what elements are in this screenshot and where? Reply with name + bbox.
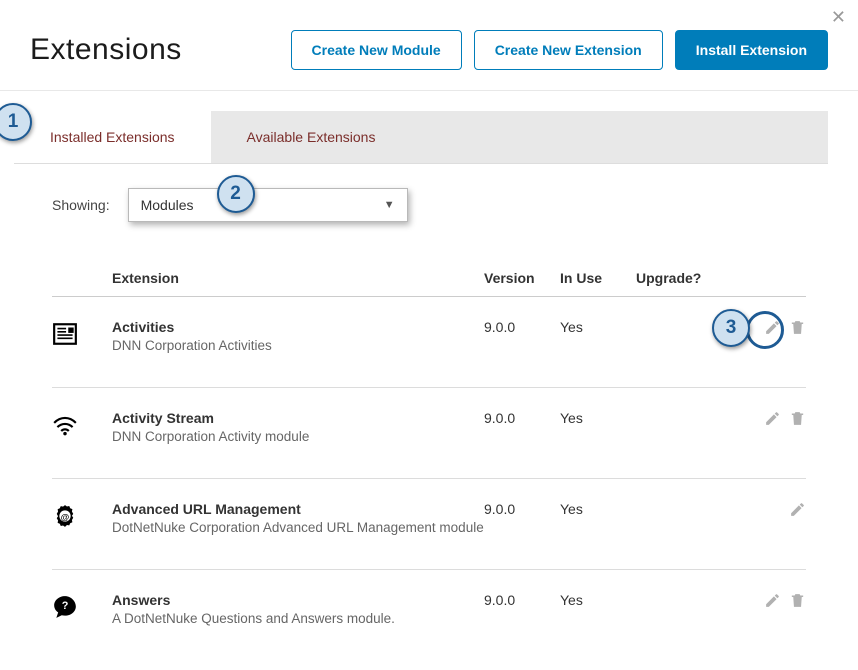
filter-selected-value: Modules xyxy=(141,197,194,213)
col-upgrade: Upgrade? xyxy=(636,270,736,286)
table-row: Activities DNN Corporation Activities 9.… xyxy=(52,297,806,388)
edit-button[interactable] xyxy=(789,501,806,521)
tab-available-extensions[interactable]: Available Extensions xyxy=(211,111,412,163)
page-header: ✕ Extensions Create New Module Create Ne… xyxy=(0,0,858,91)
extension-icon xyxy=(52,319,112,350)
edit-button[interactable] xyxy=(764,410,781,430)
close-icon[interactable]: ✕ xyxy=(831,8,846,26)
filter-row: Showing: Modules 2 ▼ xyxy=(52,188,806,222)
extension-version: 9.0.0 xyxy=(484,592,560,608)
col-extension: Extension xyxy=(112,270,484,286)
extension-version: 9.0.0 xyxy=(484,410,560,426)
table-header: Extension Version In Use Upgrade? xyxy=(52,270,806,297)
delete-button[interactable] xyxy=(789,410,806,430)
svg-text:?: ? xyxy=(62,600,69,612)
pencil-icon xyxy=(764,319,781,336)
delete-button[interactable] xyxy=(789,592,806,612)
trash-icon xyxy=(789,410,806,427)
extension-version: 9.0.0 xyxy=(484,501,560,517)
content: 1 Installed Extensions Available Extensi… xyxy=(0,91,858,626)
callout-marker-3: 3 xyxy=(712,309,750,347)
extension-name: Activities xyxy=(112,319,484,335)
module-icon xyxy=(52,321,78,347)
tab-installed-extensions[interactable]: Installed Extensions xyxy=(14,111,211,163)
extension-icon xyxy=(52,410,112,441)
pencil-icon xyxy=(764,592,781,609)
tabs: 1 Installed Extensions Available Extensi… xyxy=(14,111,828,164)
table-row: Activity Stream DNN Corporation Activity… xyxy=(52,388,806,479)
pencil-icon xyxy=(789,501,806,518)
question-bubble-icon: ? xyxy=(52,594,78,620)
pencil-icon xyxy=(764,410,781,427)
callout-marker-2: 2 xyxy=(217,175,255,213)
panel: Showing: Modules 2 ▼ Extension Version I… xyxy=(14,164,828,626)
install-extension-button[interactable]: Install Extension xyxy=(675,30,828,70)
extension-in-use: Yes xyxy=(560,410,636,426)
chevron-down-icon: ▼ xyxy=(384,199,395,211)
extension-version: 9.0.0 xyxy=(484,319,560,335)
page-title: Extensions xyxy=(30,33,291,67)
header-actions: Create New Module Create New Extension I… xyxy=(291,30,828,70)
extension-desc: A DotNetNuke Questions and Answers modul… xyxy=(112,611,484,626)
delete-button[interactable] xyxy=(789,319,806,339)
create-new-extension-button[interactable]: Create New Extension xyxy=(474,30,663,70)
create-new-module-button[interactable]: Create New Module xyxy=(291,30,462,70)
col-in-use: In Use xyxy=(560,270,636,286)
filter-select[interactable]: Modules 2 ▼ xyxy=(128,188,408,222)
extension-name: Advanced URL Management xyxy=(112,501,484,517)
edit-button[interactable] xyxy=(764,319,781,339)
edit-button[interactable] xyxy=(764,592,781,612)
table-row: ? Answers A DotNetNuke Questions and Ans… xyxy=(52,570,806,626)
wifi-icon xyxy=(52,412,78,438)
extension-in-use: Yes xyxy=(560,319,636,335)
extension-in-use: Yes xyxy=(560,592,636,608)
extension-name: Activity Stream xyxy=(112,410,484,426)
trash-icon xyxy=(789,319,806,336)
table-row: @ Advanced URL Management DotNetNuke Cor… xyxy=(52,479,806,570)
extension-name: Answers xyxy=(112,592,484,608)
extension-icon: ? xyxy=(52,592,112,623)
extension-desc: DNN Corporation Activity module xyxy=(112,429,484,444)
filter-label: Showing: xyxy=(52,197,110,213)
extension-desc: DotNetNuke Corporation Advanced URL Mana… xyxy=(112,520,484,535)
trash-icon xyxy=(789,592,806,609)
col-version: Version xyxy=(484,270,560,286)
extension-desc: DNN Corporation Activities xyxy=(112,338,484,353)
gear-at-icon: @ xyxy=(52,503,78,529)
extensions-table: Extension Version In Use Upgrade? Activi… xyxy=(52,270,806,626)
extension-icon: @ xyxy=(52,501,112,532)
svg-text:@: @ xyxy=(61,512,69,522)
extension-in-use: Yes xyxy=(560,501,636,517)
